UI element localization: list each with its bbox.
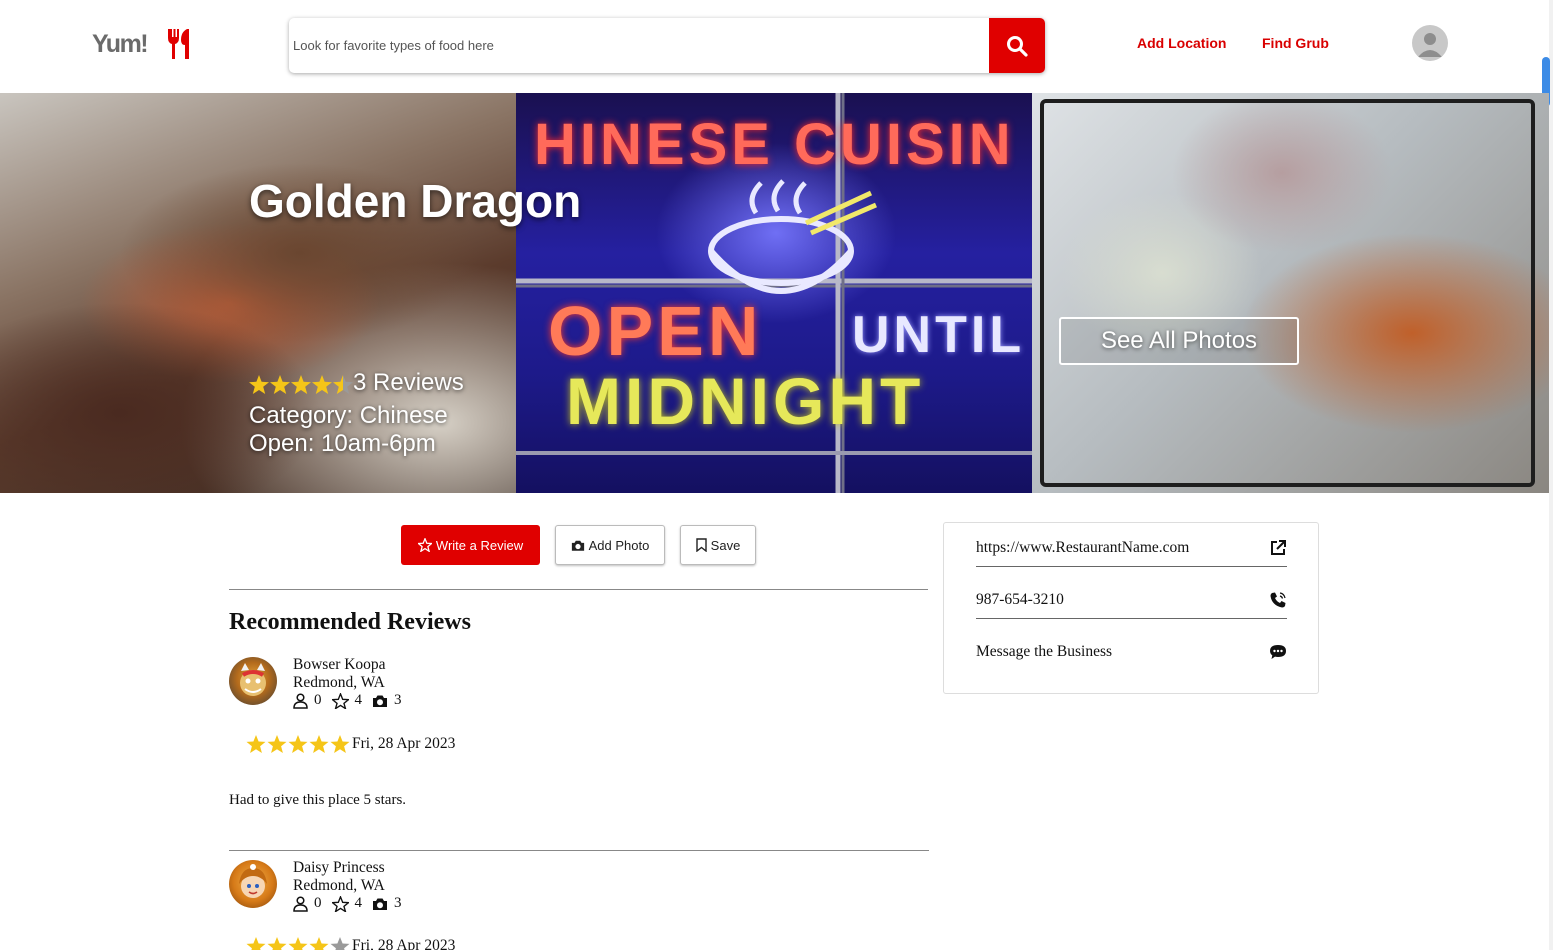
photos-count: 3 (394, 895, 402, 911)
reviewer-name[interactable]: Daisy Princess (293, 859, 385, 877)
photo-banner: HINESE CUISIN OPEN UNTIL MIDNIGHT (0, 93, 1549, 493)
search-bar (289, 18, 1045, 73)
top-nav-bar: Yum! Add Location Find Grub (0, 0, 1553, 93)
review-divider (229, 850, 929, 851)
hero-photo-neon-sign[interactable]: HINESE CUISIN OPEN UNTIL MIDNIGHT (516, 93, 1032, 493)
phone-icon[interactable] (1269, 591, 1287, 609)
neon-sign-text-line3: UNTIL (852, 306, 1026, 364)
logo-text: Yum! (92, 29, 149, 58)
rating-stars-icon (249, 375, 353, 394)
review-date: Fri, 28 Apr 2023 (352, 735, 456, 752)
write-review-button[interactable]: Write a Review (401, 525, 540, 565)
chat-bubble-icon[interactable] (1269, 643, 1287, 661)
search-icon (1007, 35, 1028, 57)
review-body: Had to give this place 5 stars. (229, 792, 407, 808)
website-link[interactable]: https://www.RestaurantName.com (976, 539, 1189, 557)
message-business-link[interactable]: Message the Business (976, 643, 1112, 661)
camera-icon (571, 540, 584, 551)
save-button[interactable]: Save (680, 525, 756, 565)
review-count-label[interactable]: 3 Reviews (353, 369, 464, 397)
see-all-photos-button[interactable]: See All Photos (1059, 317, 1299, 365)
write-review-label: Write a Review (435, 537, 524, 553)
save-label: Save (710, 537, 741, 553)
restaurant-name: Golden Dragon (249, 175, 582, 227)
phone-number[interactable]: 987-654-3210 (976, 591, 1064, 609)
reviews-count-icon (331, 895, 349, 912)
message-row[interactable]: Message the Business (976, 643, 1287, 661)
logo[interactable]: Yum! (92, 28, 195, 60)
page-scrollbar-track[interactable] (1549, 0, 1553, 950)
reviewer-stats: 0 4 3 (293, 895, 412, 912)
reviews-count: 4 (354, 692, 363, 708)
add-photo-label: Add Photo (588, 537, 650, 553)
photo-frame-border (1040, 99, 1535, 487)
reviewer-avatar-image (240, 663, 266, 696)
reviewer-name[interactable]: Bowser Koopa (293, 656, 386, 674)
user-avatar-button[interactable] (1412, 25, 1448, 61)
reviews-count: 4 (354, 895, 363, 911)
add-photo-button[interactable]: Add Photo (555, 525, 665, 565)
external-link-icon[interactable] (1269, 539, 1287, 557)
reviewer-location: Redmond, WA (293, 674, 385, 691)
neon-sign-text-line2: OPEN (548, 292, 763, 370)
review-date: Fri, 28 Apr 2023 (352, 937, 456, 950)
search-input[interactable] (289, 18, 989, 73)
bookmark-icon (695, 538, 707, 552)
user-avatar-icon (1418, 33, 1442, 57)
reviewer-location: Redmond, WA (293, 877, 385, 894)
business-contact-card: https://www.RestaurantName.com 987-654-3… (943, 522, 1319, 694)
photos-count-icon (373, 695, 387, 707)
reviews-count-icon (331, 692, 349, 709)
neon-sign-text-line4: MIDNIGHT (566, 364, 925, 438)
phone-row[interactable]: 987-654-3210 (976, 591, 1287, 609)
website-row[interactable]: https://www.RestaurantName.com (976, 539, 1287, 557)
reviewer-avatar[interactable] (229, 657, 277, 705)
friends-count: 0 (314, 895, 322, 911)
restaurant-rating-stars (249, 374, 353, 398)
neon-sign-text-line1: HINESE CUISIN (534, 112, 1015, 177)
photos-count: 3 (394, 692, 402, 708)
review-stars-icon (246, 735, 350, 753)
contact-divider (976, 566, 1287, 567)
star-outline-icon (417, 538, 432, 552)
review-rating-row: Fri, 28 Apr 2023 (246, 936, 455, 950)
hours-label: Open: 10am-6pm (249, 430, 436, 457)
friends-icon (293, 692, 308, 709)
category-label: Category: Chinese (249, 402, 448, 429)
photos-count-icon (373, 898, 387, 910)
fork-knife-icon (165, 28, 195, 60)
friends-icon (293, 895, 308, 912)
review-stars-icon (246, 937, 350, 950)
section-divider (229, 589, 928, 590)
nav-add-location-link[interactable]: Add Location (1137, 35, 1226, 51)
reviewer-avatar-image (239, 864, 267, 898)
search-button[interactable] (989, 18, 1045, 73)
friends-count: 0 (314, 692, 322, 708)
contact-divider (976, 618, 1287, 619)
hero-photo-dessert[interactable] (1032, 93, 1549, 493)
recommended-reviews-heading: Recommended Reviews (229, 609, 471, 635)
nav-find-grub-link[interactable]: Find Grub (1262, 35, 1329, 51)
reviewer-stats: 0 4 3 (293, 692, 412, 709)
review-rating-row: Fri, 28 Apr 2023 (246, 734, 455, 754)
reviewer-avatar[interactable] (229, 860, 277, 908)
